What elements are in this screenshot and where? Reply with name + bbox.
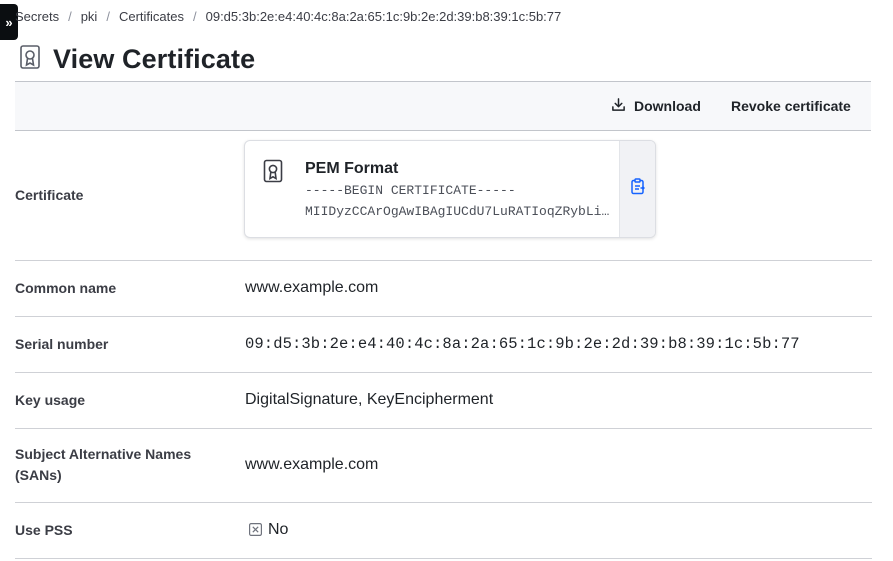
breadcrumb-certificates[interactable]: Certificates bbox=[119, 9, 184, 24]
breadcrumb-pki[interactable]: pki bbox=[81, 9, 98, 24]
key-usage-row: Key usage DigitalSignature, KeyEncipherm… bbox=[15, 373, 872, 429]
download-icon bbox=[611, 97, 634, 115]
breadcrumb-separator: / bbox=[68, 9, 72, 24]
x-square-icon bbox=[249, 523, 263, 537]
sans-value: www.example.com bbox=[245, 456, 379, 473]
copy-certificate-button[interactable] bbox=[619, 141, 655, 237]
pem-content-preview: MIIDyzCCArOgAwIBAgIUCdU7LuRATIoqZRybLi05… bbox=[305, 204, 615, 219]
key-usage-label: Key usage bbox=[15, 392, 86, 408]
certificate-icon bbox=[19, 44, 41, 75]
key-usage-value: DigitalSignature, KeyEncipherment bbox=[245, 391, 494, 408]
common-name-row: Common name www.example.com bbox=[15, 261, 872, 317]
sans-label-line2: (SANs) bbox=[15, 467, 62, 483]
revoke-certificate-button[interactable]: Revoke certificate bbox=[731, 82, 851, 130]
download-label: Download bbox=[634, 98, 701, 114]
certificate-icon bbox=[263, 159, 283, 183]
use-pss-value-group: No bbox=[249, 521, 288, 539]
pem-begin-line: -----BEGIN CERTIFICATE----- bbox=[305, 183, 516, 198]
sidebar-toggle-label: » bbox=[5, 14, 13, 30]
common-name-label: Common name bbox=[15, 280, 117, 296]
pem-certificate-card: PEM Format -----BEGIN CERTIFICATE----- M… bbox=[244, 140, 656, 238]
sans-row: Subject Alternative Names (SANs) www.exa… bbox=[15, 429, 872, 503]
serial-number-row: Serial number 09:d5:3b:2e:e4:40:4c:8a:2a… bbox=[15, 317, 872, 373]
revoke-label: Revoke certificate bbox=[731, 98, 851, 114]
toolbar: Download Revoke certificate bbox=[15, 81, 871, 131]
serial-number-value: 09:d5:3b:2e:e4:40:4c:8a:2a:65:1c:9b:2e:2… bbox=[245, 335, 800, 353]
clipboard-copy-icon bbox=[630, 178, 646, 200]
breadcrumb-separator: / bbox=[106, 9, 110, 24]
certificate-row: Certificate PEM Format -----BEGIN CERTIF… bbox=[15, 130, 872, 261]
common-name-value: www.example.com bbox=[245, 279, 379, 296]
use-pss-label: Use PSS bbox=[15, 522, 73, 538]
sans-label-line1: Subject Alternative Names bbox=[15, 446, 192, 462]
certificate-label: Certificate bbox=[15, 187, 84, 203]
page-title: View Certificate bbox=[53, 44, 256, 74]
breadcrumb: Secrets / pki / Certificates / 09:d5:3b:… bbox=[15, 9, 561, 24]
use-pss-row: Use PSS No bbox=[15, 503, 872, 559]
download-button[interactable]: Download bbox=[611, 82, 701, 130]
sans-label: Subject Alternative Names (SANs) bbox=[15, 444, 191, 486]
use-pss-value: No bbox=[268, 521, 289, 538]
breadcrumb-current-serial: 09:d5:3b:2e:e4:40:4c:8a:2a:65:1c:9b:2e:2… bbox=[205, 9, 562, 24]
breadcrumb-separator: / bbox=[192, 9, 197, 24]
pem-format-title: PEM Format bbox=[305, 160, 399, 177]
serial-number-label: Serial number bbox=[15, 336, 109, 352]
breadcrumb-secrets[interactable]: Secrets bbox=[15, 9, 59, 24]
page-header: View Certificate bbox=[19, 44, 255, 75]
